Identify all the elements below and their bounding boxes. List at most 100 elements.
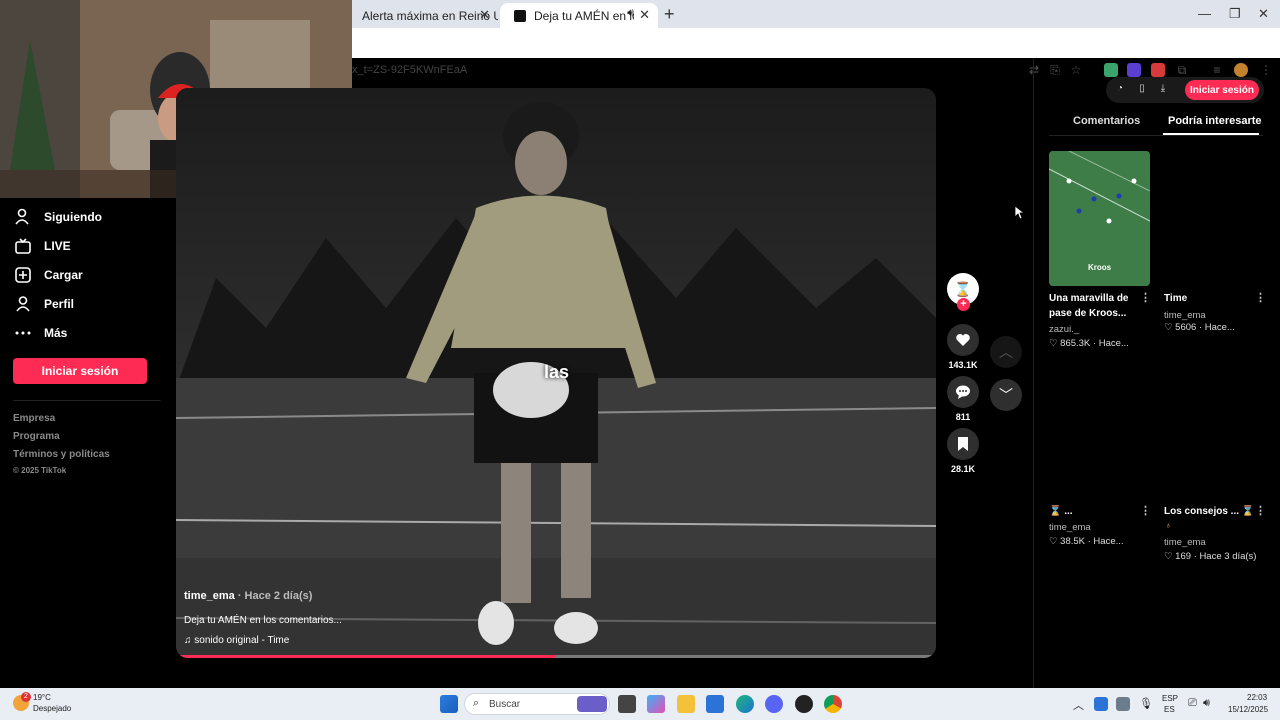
install-app-icon[interactable]: ⎘ — [1048, 63, 1062, 77]
footer-link-terminos[interactable]: Términos y políticas — [13, 449, 110, 460]
nav-live-label: LIVE — [44, 239, 71, 253]
store-icon[interactable] — [706, 695, 724, 713]
chevron-up-icon: ︿ — [999, 344, 1013, 360]
video-progress-bar[interactable] — [176, 655, 936, 658]
video-caption-word: las — [544, 362, 570, 382]
nav-cargar[interactable]: Cargar — [14, 263, 83, 287]
card-4-title[interactable]: Los consejos ... ⌛ — [1164, 504, 1254, 519]
nav-divider — [13, 400, 161, 401]
language-bottom[interactable]: ES — [1164, 705, 1175, 714]
taskbar-search[interactable]: ⌕ Buscar — [464, 693, 610, 715]
previous-video-button[interactable]: ︿ — [990, 336, 1022, 368]
os-taskbar — [0, 688, 1280, 720]
restore-button[interactable]: ❐ — [1229, 6, 1241, 22]
obs-icon[interactable] — [795, 695, 813, 713]
speaker-icon[interactable]: 🔊︎ — [627, 7, 634, 20]
card-4-more-icon[interactable]: ⋮ — [1255, 504, 1266, 517]
video-description[interactable]: Deja tu AMÉN en los comentarios... — [184, 615, 342, 626]
card-1-title-line-2[interactable]: pase de Kroos... — [1049, 306, 1126, 321]
active-tab-underline — [1163, 133, 1259, 135]
save-button[interactable] — [947, 428, 979, 460]
footer-link-empresa[interactable]: Empresa — [13, 413, 55, 424]
nav-mas[interactable]: Más — [14, 321, 67, 345]
weather-badge: 2 — [21, 692, 31, 702]
card-3-more-icon[interactable]: ⋮ — [1140, 504, 1151, 517]
new-tab-button[interactable]: + — [664, 4, 675, 25]
mobile-icon[interactable]: ▯ — [1136, 83, 1148, 95]
minimize-button[interactable]: — — [1198, 6, 1211, 21]
video-player[interactable]: las time_ema · Hace 2 día(s) Deja tu AMÉ… — [176, 88, 936, 658]
clock-time[interactable]: 22:03 — [1247, 693, 1267, 702]
card-2-author[interactable]: time_ema — [1164, 310, 1206, 321]
bookmark-star-icon[interactable]: ☆ — [1069, 63, 1083, 77]
video-author[interactable]: time_ema — [184, 590, 235, 602]
browser-menu-icon[interactable]: ⋮ — [1259, 63, 1273, 77]
edge-icon[interactable] — [736, 695, 754, 713]
card-2-more-icon[interactable]: ⋮ — [1255, 291, 1266, 304]
footer-link-programa[interactable]: Programa — [13, 431, 60, 442]
tray-app-icon-2[interactable] — [1116, 697, 1130, 711]
weather-temp[interactable]: 19°C — [33, 693, 51, 702]
login-button[interactable]: Iniciar sesión — [13, 358, 147, 384]
extensions-puzzle-icon[interactable]: ⧉ — [1175, 63, 1189, 77]
right-login-button[interactable]: Iniciar sesión — [1185, 80, 1259, 100]
extension-green-icon[interactable] — [1104, 63, 1118, 77]
nav-live[interactable]: LIVE — [14, 234, 71, 258]
search-highlight-icon — [577, 696, 607, 712]
discord-icon[interactable] — [765, 695, 783, 713]
tab-comentarios[interactable]: Comentarios — [1073, 115, 1140, 127]
recommended-card-1[interactable]: Kroos — [1049, 151, 1150, 286]
card-1-stats: ♡ 865.3K · Hace... — [1049, 338, 1129, 349]
file-explorer-icon[interactable] — [677, 695, 695, 713]
url-field[interactable]: x_t=ZS-92F5KWnFEaA — [352, 64, 1042, 82]
extension-red-icon[interactable] — [1151, 63, 1165, 77]
extension-shield-icon[interactable] — [1127, 63, 1141, 77]
tray-app-icon[interactable] — [1094, 697, 1108, 711]
video-sound-line[interactable]: ♫ sonido original - Time — [184, 635, 289, 646]
video-posted-time: · Hace 2 día(s) — [234, 590, 313, 602]
language-top[interactable]: ESP — [1162, 694, 1178, 703]
weather-desc[interactable]: Despejado — [33, 704, 71, 713]
nav-siguiendo[interactable]: Siguiendo — [14, 205, 102, 229]
music-note-icon: ♫ — [184, 635, 192, 646]
speed-icon[interactable]: ◔ — [1114, 83, 1126, 95]
profile-avatar-icon[interactable] — [1234, 63, 1248, 77]
screen: Alerta máxima en Reino Unido ✕ Deja tu A… — [0, 0, 1280, 720]
follow-plus-button[interactable]: + — [957, 298, 970, 311]
close-window-button[interactable]: ✕ — [1258, 6, 1269, 22]
card-1-title-line-1[interactable]: Una maravilla de — [1049, 291, 1128, 306]
like-count: 143.1K — [948, 360, 978, 370]
windows-start-icon[interactable] — [440, 695, 458, 713]
chrome-icon[interactable] — [824, 695, 842, 713]
card-3-title[interactable]: ⌛ ... — [1049, 504, 1073, 519]
card-1-author[interactable]: zazui._ — [1049, 324, 1079, 335]
task-view-icon[interactable] — [618, 695, 636, 713]
network-icon[interactable]: ⎚ — [1188, 697, 1197, 710]
media-control-icon[interactable]: ≡ — [1210, 63, 1224, 77]
comment-button[interactable] — [947, 376, 979, 408]
browser-tab-2[interactable]: Deja tu AMÉN en los comentarios 🔊︎ ✕ — [500, 3, 658, 28]
card-2-title[interactable]: Time — [1164, 291, 1187, 306]
card-3-stats: ♡ 38.5K · Hace... — [1049, 536, 1124, 547]
volume-icon[interactable]: 🔊︎ — [1203, 697, 1210, 710]
nav-perfil[interactable]: Perfil — [14, 292, 74, 316]
close-tab-icon[interactable]: ✕ — [479, 7, 490, 23]
translate-icon[interactable]: ⇄ — [1027, 63, 1041, 77]
clock-date[interactable]: 15/12/2025 — [1228, 705, 1268, 714]
card-3-author[interactable]: time_ema — [1049, 522, 1091, 533]
tab-podria-interesarte[interactable]: Podría interesarte — [1168, 115, 1262, 127]
card-4-author[interactable]: time_ema — [1164, 537, 1206, 548]
tray-chevron-icon[interactable]: ︿ — [1073, 697, 1084, 713]
copilot-icon[interactable] — [647, 695, 665, 713]
like-button[interactable] — [947, 324, 979, 356]
nav-cargar-label: Cargar — [44, 268, 83, 282]
tiktok-favicon-icon — [514, 9, 526, 22]
pray-icon: ♁ — [1165, 520, 1172, 530]
close-tab-icon[interactable]: ✕ — [639, 7, 650, 23]
next-video-button[interactable]: ﹀ — [990, 379, 1022, 411]
copyright-text: © 2025 TikTok — [13, 466, 67, 475]
browser-tab-1[interactable]: Alerta máxima en Reino Unido ✕ — [340, 3, 498, 28]
microphone-icon[interactable]: 🎙︎ — [1139, 697, 1153, 710]
download-icon[interactable]: ⤓ — [1157, 83, 1169, 95]
card-1-more-icon[interactable]: ⋮ — [1140, 291, 1151, 304]
